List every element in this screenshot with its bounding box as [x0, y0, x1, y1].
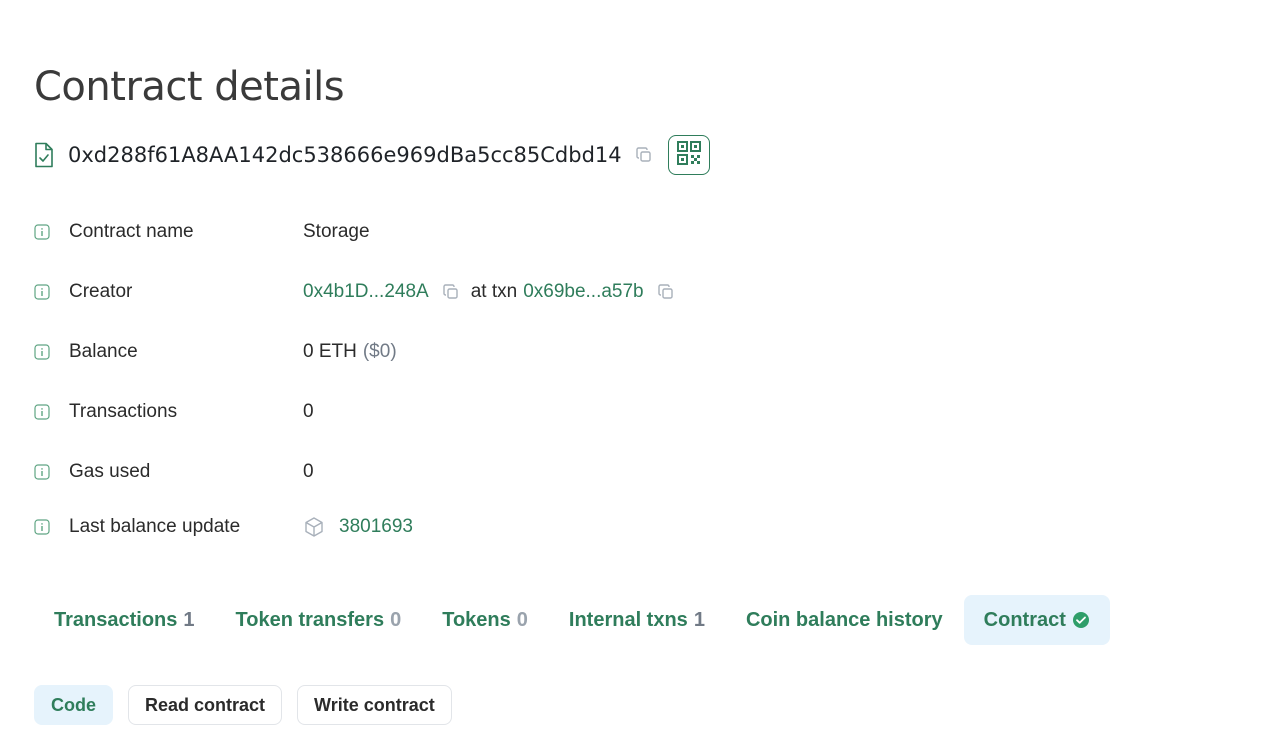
at-txn-text: at txn	[470, 281, 518, 302]
contract-tabs: Transactions 1 Token transfers 0 Tokens …	[34, 595, 1111, 645]
info-icon[interactable]	[34, 344, 58, 360]
qr-code-button[interactable]	[667, 135, 710, 175]
detail-row-contract-name: Contract name Storage	[34, 202, 934, 262]
tab-transactions[interactable]: Transactions 1	[34, 595, 215, 645]
info-icon[interactable]	[34, 284, 58, 300]
info-icon[interactable]	[34, 464, 58, 480]
tab-label: Transactions	[54, 608, 178, 631]
tab-label: Contract	[983, 608, 1066, 631]
tab-coin-balance-history[interactable]: Coin balance history	[726, 595, 963, 645]
block-cube-icon	[303, 516, 325, 538]
check-circle-icon	[1072, 611, 1090, 629]
detail-label: Transactions	[69, 401, 178, 422]
balance-usd: ($0)	[362, 341, 397, 362]
page-title: Contract details	[34, 64, 345, 110]
detail-label: Last balance update	[69, 516, 241, 537]
creator-address-link[interactable]: 0x4b1D...248A	[303, 281, 429, 303]
copy-icon[interactable]	[441, 282, 461, 302]
balance-eth: 0 ETH	[303, 341, 357, 362]
detail-label: Balance	[69, 341, 138, 362]
creation-txn-link[interactable]: 0x69be...a57b	[523, 281, 643, 303]
tab-label: Internal txns	[568, 608, 688, 631]
balance-value: 0 ETH ($0)	[303, 341, 397, 363]
subtab-read-contract[interactable]: Read contract	[128, 685, 283, 725]
info-icon[interactable]	[34, 519, 58, 535]
detail-row-transactions: Transactions 0	[34, 382, 934, 442]
tab-internal-txns[interactable]: Internal txns 1	[549, 595, 725, 645]
detail-label: Contract name	[69, 221, 194, 242]
transactions-value: 0	[303, 401, 314, 422]
contract-subtabs: Code Read contract Write contract	[34, 685, 467, 725]
detail-label: Gas used	[69, 461, 151, 482]
info-icon[interactable]	[34, 404, 58, 420]
detail-row-balance: Balance 0 ETH ($0)	[34, 322, 934, 382]
subtab-code[interactable]: Code	[34, 685, 113, 725]
detail-row-creator: Creator 0x4b1D...248A at txn 0x69be...a5…	[34, 262, 934, 322]
gas-used-value: 0	[303, 461, 314, 482]
creator-value: 0x4b1D...248A at txn 0x69be...a57b	[303, 281, 686, 303]
tab-count: 0	[390, 608, 402, 631]
tab-count: 1	[693, 608, 705, 631]
copy-icon[interactable]	[634, 145, 654, 165]
tab-label: Tokens	[442, 608, 511, 631]
detail-row-last-balance-update: Last balance update 3801693	[34, 497, 934, 557]
tab-tokens[interactable]: Tokens 0	[422, 595, 548, 645]
last-balance-update-value: 3801693	[303, 516, 413, 538]
subtab-write-contract[interactable]: Write contract	[297, 685, 452, 725]
contract-name-value: Storage	[303, 221, 370, 242]
detail-label: Creator	[69, 281, 133, 302]
tab-label: Token transfers	[235, 608, 385, 631]
tab-count: 1	[183, 608, 195, 631]
tab-contract[interactable]: Contract	[963, 595, 1110, 645]
detail-row-gas-used: Gas used 0	[34, 442, 934, 502]
copy-icon[interactable]	[656, 282, 676, 302]
qr-code-icon	[676, 141, 701, 169]
tab-count: 0	[516, 608, 528, 631]
tab-label: Coin balance history	[745, 608, 943, 631]
info-icon[interactable]	[34, 224, 58, 240]
tab-token-transfers[interactable]: Token transfers 0	[216, 595, 422, 645]
block-number-link[interactable]: 3801693	[339, 516, 413, 538]
contract-file-check-icon	[34, 141, 58, 169]
contract-address-row: 0xd288f61A8AA142dc538666e969dBa5cc85Cdbd…	[34, 135, 710, 175]
contract-address: 0xd288f61A8AA142dc538666e969dBa5cc85Cdbd…	[68, 143, 622, 167]
